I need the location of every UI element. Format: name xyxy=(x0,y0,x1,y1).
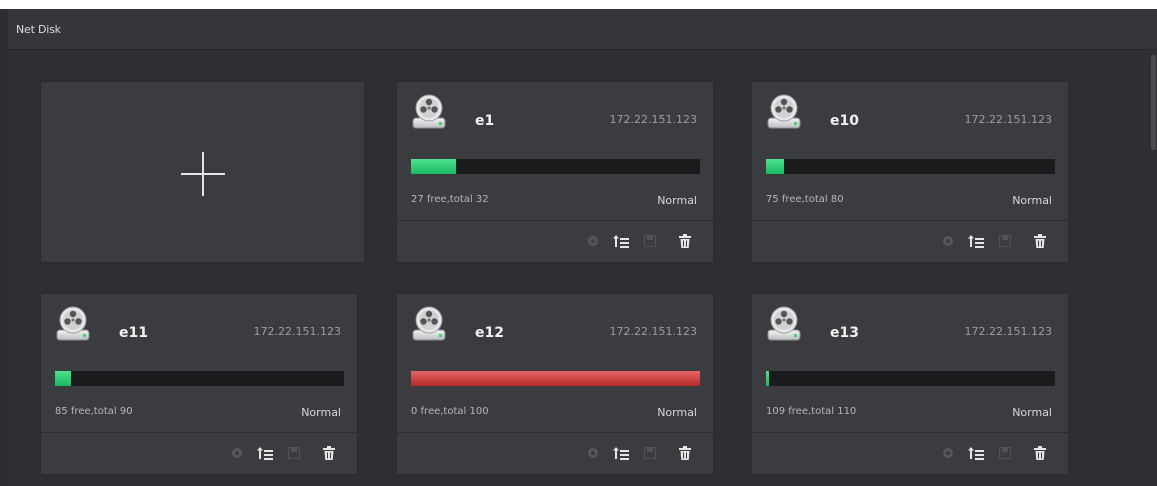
upload-list-icon[interactable] xyxy=(968,233,984,249)
hard-disk-icon xyxy=(55,306,91,342)
save-icon[interactable] xyxy=(642,233,658,249)
gear-icon[interactable] xyxy=(585,233,601,249)
usage-bar-fill xyxy=(766,159,785,174)
usage-bar-fill xyxy=(411,371,700,386)
disk-toolbar xyxy=(397,433,713,476)
disk-card-body: e13 172.22.151.123 109 free,total 110 No… xyxy=(752,294,1068,432)
disk-status: Normal xyxy=(301,406,341,419)
usage-bar-fill xyxy=(766,371,769,386)
disk-ip: 172.22.151.123 xyxy=(609,113,697,126)
disk-status: Normal xyxy=(1012,194,1052,207)
usage-bar-fill xyxy=(411,159,457,174)
net-disk-window: Net Disk e1 172.22.151.123 27 free,total… xyxy=(8,9,1157,486)
disk-name: e10 xyxy=(830,113,859,129)
upload-list-icon[interactable] xyxy=(613,445,629,461)
add-disk-card[interactable] xyxy=(40,81,365,263)
usage-bar xyxy=(411,159,700,174)
trash-icon[interactable] xyxy=(1032,445,1048,461)
hard-disk-icon xyxy=(411,94,447,130)
disk-card[interactable]: e1 172.22.151.123 27 free,total 32 Norma… xyxy=(396,81,714,263)
disk-capacity: 27 free,total 32 xyxy=(411,194,489,205)
window-header: Net Disk xyxy=(8,9,1157,50)
trash-icon[interactable] xyxy=(677,445,693,461)
disk-toolbar xyxy=(752,433,1068,476)
disk-card-body: e11 172.22.151.123 85 free,total 90 Norm… xyxy=(41,294,357,432)
hard-disk-icon xyxy=(411,306,447,342)
disk-name: e13 xyxy=(830,325,859,341)
disk-capacity: 0 free,total 100 xyxy=(411,406,489,417)
save-icon[interactable] xyxy=(997,445,1013,461)
save-icon[interactable] xyxy=(997,233,1013,249)
disk-toolbar xyxy=(752,221,1068,264)
window-title: Net Disk xyxy=(16,23,61,36)
upload-list-icon[interactable] xyxy=(968,445,984,461)
gear-icon[interactable] xyxy=(940,445,956,461)
trash-icon[interactable] xyxy=(321,445,337,461)
usage-bar xyxy=(411,371,700,386)
usage-bar xyxy=(766,159,1055,174)
plus-icon[interactable] xyxy=(180,152,225,196)
upload-list-icon[interactable] xyxy=(613,233,629,249)
disk-ip: 172.22.151.123 xyxy=(964,325,1052,338)
scrollbar-thumb[interactable] xyxy=(1151,55,1156,150)
disk-name: e11 xyxy=(119,325,148,341)
disk-capacity: 109 free,total 110 xyxy=(766,406,857,417)
gear-icon[interactable] xyxy=(940,233,956,249)
disk-status: Normal xyxy=(1012,406,1052,419)
hard-disk-icon xyxy=(766,94,802,130)
upload-list-icon[interactable] xyxy=(257,445,273,461)
usage-bar xyxy=(55,371,344,386)
disk-card[interactable]: e11 172.22.151.123 85 free,total 90 Norm… xyxy=(40,293,358,475)
save-icon[interactable] xyxy=(286,445,302,461)
disk-capacity: 75 free,total 80 xyxy=(766,194,844,205)
hard-disk-icon xyxy=(766,306,802,342)
disk-capacity: 85 free,total 90 xyxy=(55,406,133,417)
gear-icon[interactable] xyxy=(229,445,245,461)
disk-status: Normal xyxy=(657,194,697,207)
disk-toolbar xyxy=(41,433,357,476)
disk-card[interactable]: e13 172.22.151.123 109 free,total 110 No… xyxy=(751,293,1069,475)
usage-bar xyxy=(766,371,1055,386)
disk-ip: 172.22.151.123 xyxy=(253,325,341,338)
disk-card-body: e10 172.22.151.123 75 free,total 80 Norm… xyxy=(752,82,1068,220)
save-icon[interactable] xyxy=(642,445,658,461)
disk-card-body: e12 172.22.151.123 0 free,total 100 Norm… xyxy=(397,294,713,432)
disk-card-body: e1 172.22.151.123 27 free,total 32 Norma… xyxy=(397,82,713,220)
gear-icon[interactable] xyxy=(585,445,601,461)
top-strip xyxy=(0,0,1157,9)
usage-bar-fill xyxy=(55,371,72,386)
disk-card[interactable]: e10 172.22.151.123 75 free,total 80 Norm… xyxy=(751,81,1069,263)
disk-ip: 172.22.151.123 xyxy=(609,325,697,338)
disk-status: Normal xyxy=(657,406,697,419)
trash-icon[interactable] xyxy=(1032,233,1048,249)
disk-name: e1 xyxy=(475,113,495,129)
disk-card[interactable]: e12 172.22.151.123 0 free,total 100 Norm… xyxy=(396,293,714,475)
disk-toolbar xyxy=(397,221,713,264)
trash-icon[interactable] xyxy=(677,233,693,249)
disk-ip: 172.22.151.123 xyxy=(964,113,1052,126)
disk-name: e12 xyxy=(475,325,504,341)
